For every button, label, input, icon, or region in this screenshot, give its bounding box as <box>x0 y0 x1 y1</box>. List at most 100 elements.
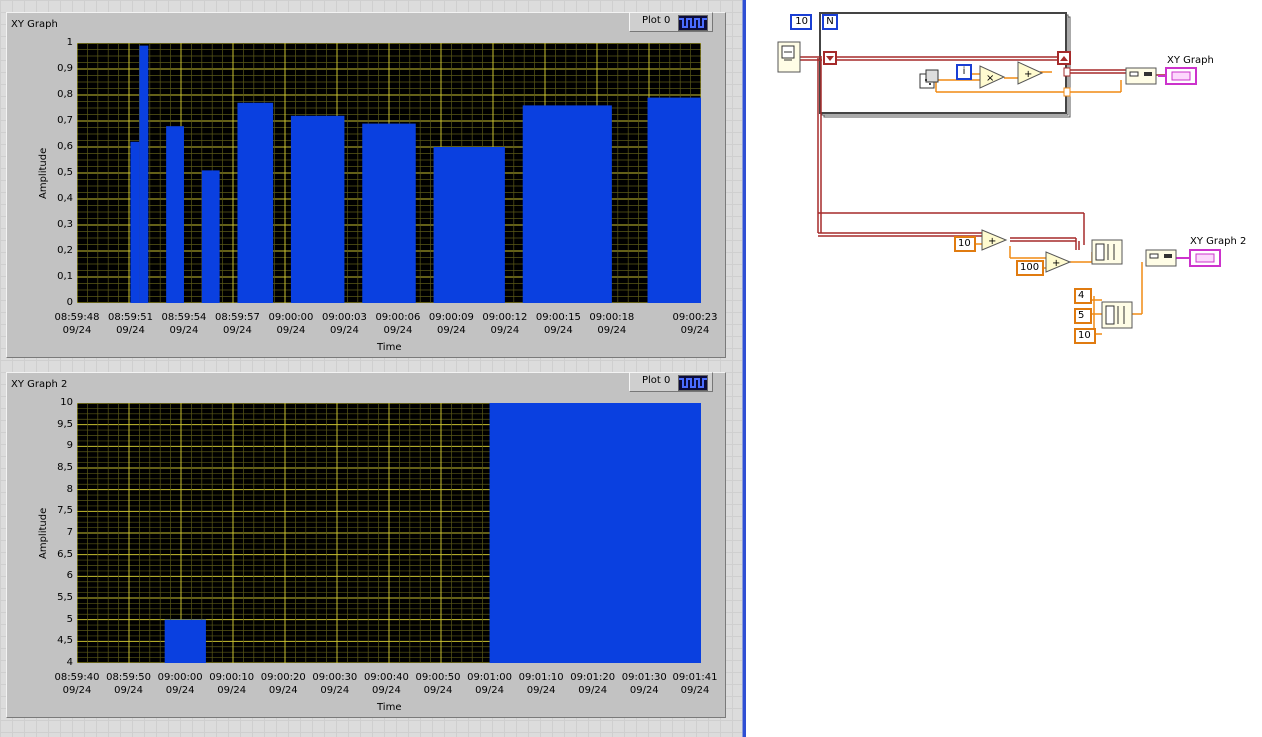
x-tick-label: 09:01:10 09/24 <box>518 672 564 696</box>
add-icon-3[interactable]: + <box>1045 251 1072 273</box>
for-loop[interactable] <box>819 12 1071 118</box>
bar-6 <box>362 123 416 303</box>
constant-10[interactable]: 10 <box>954 236 976 252</box>
y-tick-label: 7 <box>66 527 73 538</box>
constant-4[interactable]: 4 <box>1074 288 1092 304</box>
xy-graph-2-terminal-label: XY Graph 2 <box>1190 236 1247 247</box>
y-axis-label: Amplitude <box>38 147 49 199</box>
xy-graph-terminal-icon[interactable] <box>1165 67 1197 85</box>
y-tick-label: 7,5 <box>57 505 73 517</box>
y-tick-label: 0,1 <box>57 271 73 282</box>
x-tick-label: 09:00:00 09/24 <box>268 312 314 336</box>
block-diagram: × + + + 10 N i XY Graph XY Graph 2 10 10… <box>746 0 1262 737</box>
svg-text:×: × <box>986 73 994 84</box>
x-tick-label: 09:00:40 09/24 <box>363 672 409 696</box>
x-tick-label: 09:01:41 09/24 <box>672 672 718 696</box>
bar-2 <box>489 403 701 663</box>
xy-graph: XY Graph Plot 0 1 0,9 0,8 0,7 0,6 0,5 0,4 0,3 0,… <box>6 12 726 358</box>
y-tick-label: 4,5 <box>57 635 73 647</box>
get-date-time-icon[interactable] <box>777 41 801 73</box>
x-tick-label: 09:01:20 09/24 <box>570 672 616 696</box>
plot-style-icon[interactable] <box>678 15 708 31</box>
y-tick-label: 0,5 <box>57 167 73 178</box>
bar-8 <box>522 105 612 303</box>
y-tick-label: 8 <box>66 483 73 495</box>
y-tick-label: 1 <box>66 37 73 48</box>
y-tick-label: 10 <box>60 397 73 408</box>
x-tick-label: 08:59:57 09/24 <box>214 312 260 336</box>
x-tick-label: 09:00:03 09/24 <box>321 312 367 336</box>
y-axis-label-2: Amplitude <box>38 507 49 559</box>
x-tick-label: 09:00:30 09/24 <box>312 672 358 696</box>
legend-label-2: Plot 0 <box>642 375 671 386</box>
x-tick-label: 09:01:30 09/24 <box>621 672 667 696</box>
iteration-terminal: i <box>956 64 972 80</box>
y-tick-label: 0,9 <box>57 63 73 74</box>
front-panel: XY Graph Plot 0 1 0,9 0,8 0,7 0,6 0,5 0,4 0,3 0,… <box>0 0 742 737</box>
x-tick-label: 09:00:10 09/24 <box>209 672 255 696</box>
plot-legend[interactable]: Plot 0 <box>629 12 713 32</box>
constant-5[interactable]: 5 <box>1074 308 1092 324</box>
plot-area-2[interactable] <box>77 403 701 663</box>
x-tick-label: 08:59:48 09/24 <box>54 312 100 336</box>
y-tick-label: 5,5 <box>57 592 73 603</box>
xy-graph-title: XY Graph <box>11 19 58 30</box>
bar-4 <box>237 102 274 303</box>
y-tick-label: 9,5 <box>57 418 73 430</box>
build-array-icon[interactable] <box>1091 239 1123 265</box>
constant-10b[interactable]: 10 <box>1074 328 1096 344</box>
svg-text:+: + <box>1024 69 1032 80</box>
legend-label: Plot 0 <box>642 15 671 26</box>
y-tick-label: 0 <box>66 297 73 308</box>
x-tick-label: 09:00:50 09/24 <box>415 672 461 696</box>
x-tick-label: 09:00:18 09/24 <box>589 312 635 336</box>
y-tick-label: 0,2 <box>57 245 73 256</box>
y-tick-label: 5 <box>66 613 73 625</box>
y-tick-label: 0,7 <box>57 115 73 126</box>
y-tick-label: 4 <box>66 657 73 668</box>
x-tick-label: 08:59:51 09/24 <box>108 312 153 336</box>
xy-graph-terminal-label: XY Graph <box>1167 55 1214 66</box>
block-diagram-wires: × + + + <box>777 12 1221 335</box>
plot-svg <box>77 43 701 303</box>
plot-style-icon[interactable] <box>678 375 708 391</box>
x-tick-label: 08:59:50 09/24 <box>106 672 152 696</box>
build-array-icon-2[interactable] <box>1101 301 1133 329</box>
plot-svg-2 <box>77 403 701 663</box>
y-tick-label: 6,5 <box>57 548 73 560</box>
x-tick-label: 09:00:06 09/24 <box>375 312 421 336</box>
x-tick-label: 09:00:20 09/24 <box>260 672 306 696</box>
bar-3 <box>201 170 220 303</box>
plot-area[interactable] <box>77 43 701 303</box>
constant-100[interactable]: 100 <box>1016 260 1044 276</box>
bar-1 <box>139 45 149 303</box>
x-tick-label: 09:00:12 09/24 <box>482 312 528 336</box>
x-axis-label: Time <box>377 342 402 353</box>
x-tick-label: 08:59:40 09/24 <box>54 672 100 696</box>
y-tick-label: 0,4 <box>57 193 73 204</box>
bar-2 <box>166 126 184 303</box>
svg-text:+: + <box>1052 258 1060 269</box>
add-icon-2[interactable]: + <box>981 229 1008 251</box>
x-axis-label-2: Time <box>377 702 402 713</box>
xy-graph-2-title: XY Graph 2 <box>11 379 68 390</box>
y-tick-label: 0,6 <box>57 141 73 152</box>
bar-9 <box>647 97 701 303</box>
bar-7 <box>433 147 505 303</box>
y-tick-label: 0,8 <box>57 89 73 100</box>
plot-legend-2[interactable]: Plot 0 <box>629 372 713 392</box>
bundle-icon[interactable] <box>1125 67 1157 85</box>
y-tick-label: 8,5 <box>57 462 73 473</box>
x-tick-label: 09:01:00 09/24 <box>467 672 512 696</box>
svg-text:+: + <box>988 236 996 247</box>
bar-0 <box>130 141 140 303</box>
y-tick-label: 9 <box>66 440 73 452</box>
bar-1 <box>164 619 206 663</box>
x-tick-label: 08:59:54 09/24 <box>161 312 207 336</box>
xy-graph-2-terminal-icon[interactable] <box>1189 249 1221 267</box>
x-tick-label: 09:00:15 09/24 <box>535 312 581 336</box>
y-tick-label: 0,3 <box>57 219 73 230</box>
bundle-icon-2[interactable] <box>1145 249 1177 267</box>
loop-count-constant[interactable]: 10 <box>790 14 812 30</box>
xy-graph-2: XY Graph 2 Plot 0 10 9,5 9 8,5 8 7,5 7 6,5 6 5,5 5… <box>6 372 726 718</box>
